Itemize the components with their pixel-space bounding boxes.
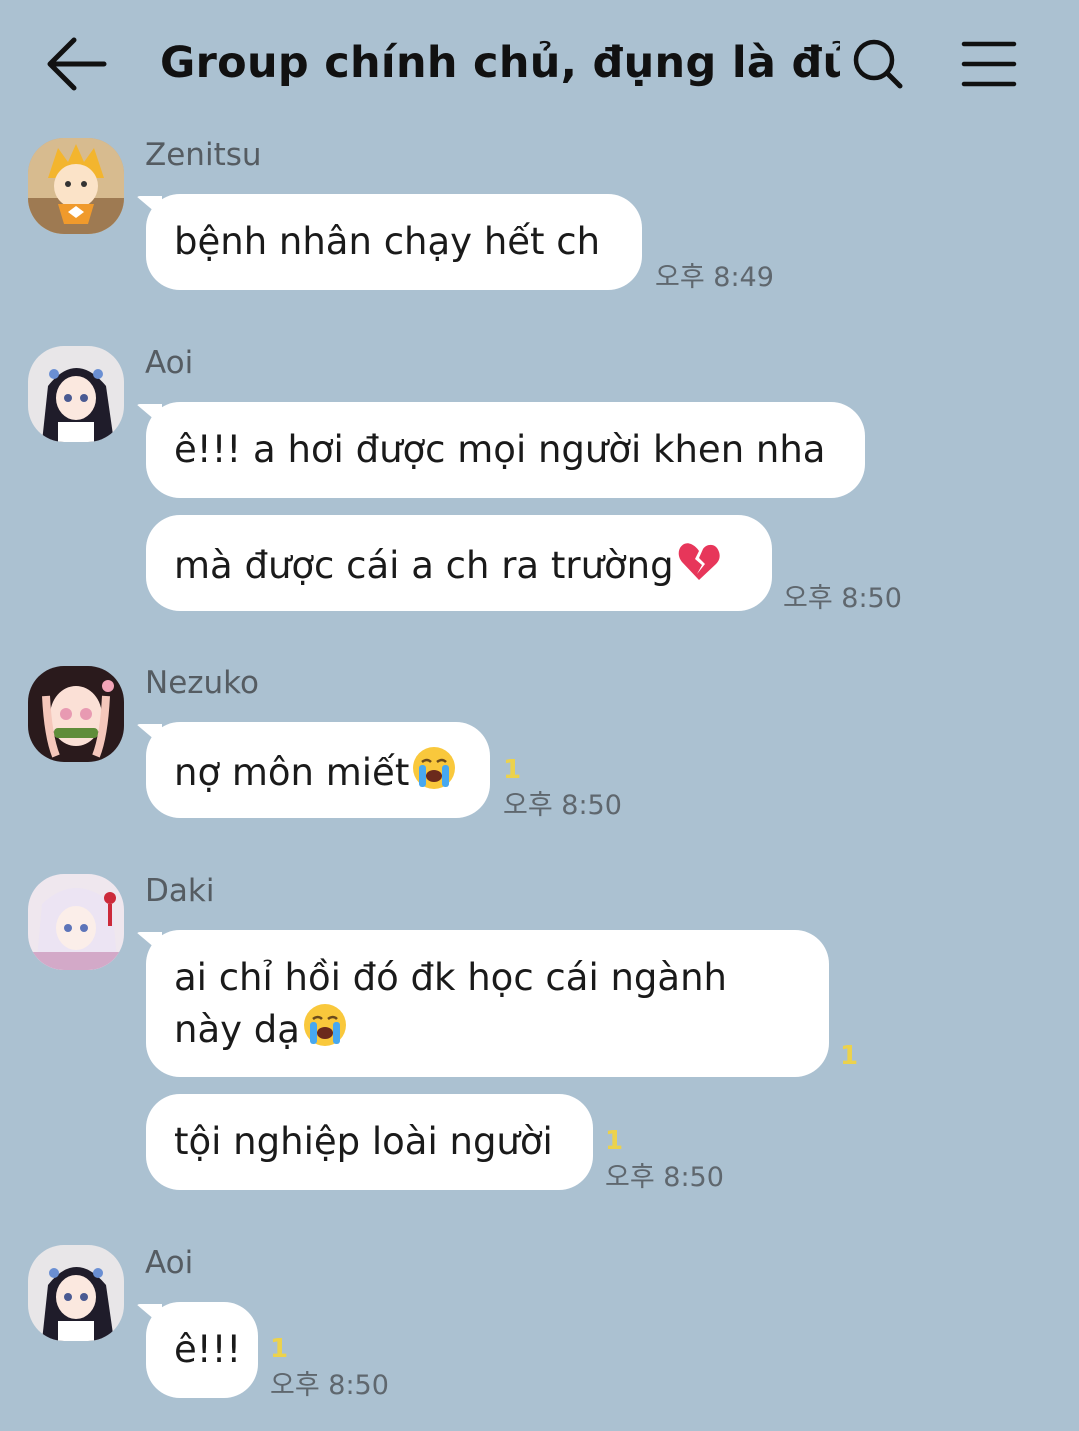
- sender-name: Aoi: [145, 1245, 194, 1281]
- avatar-zenitsu[interactable]: [28, 138, 124, 234]
- unread-count: 1: [503, 755, 522, 785]
- avatar-nezuko[interactable]: [28, 666, 124, 762]
- message-bubble[interactable]: mà được cái a ch ra trường: [146, 515, 772, 611]
- message-text-line1: ai chỉ hồi đó đk học cái ngành: [174, 956, 727, 999]
- sender-name: Zenitsu: [145, 137, 262, 173]
- message-text: bệnh nhân chạy hết ch: [174, 220, 601, 263]
- menu-button[interactable]: [956, 34, 1022, 94]
- message-time: 오후 8:50: [783, 583, 902, 614]
- sender-name: Nezuko: [145, 665, 259, 701]
- message-text: ê!!! a hơi được mọi người khen nha: [174, 428, 826, 471]
- search-button[interactable]: [848, 34, 908, 94]
- message-time: 오후 8:50: [605, 1162, 724, 1193]
- message-time: 오후 8:50: [503, 790, 622, 821]
- avatar-image: [28, 138, 124, 234]
- back-button[interactable]: [44, 34, 108, 94]
- avatar-aoi[interactable]: [28, 1245, 124, 1341]
- avatar-daki[interactable]: [28, 874, 124, 970]
- chat-title: Group chính chủ, đụng là đủ ...: [160, 38, 840, 88]
- hamburger-menu-icon: [961, 41, 1017, 87]
- message-time: 오후 8:49: [655, 262, 774, 293]
- arrow-left-icon: [47, 37, 107, 91]
- unread-count: 1: [840, 1041, 859, 1071]
- message-text-line2: này dạ: [174, 1008, 300, 1051]
- message-text: nợ môn miết: [174, 751, 410, 794]
- unread-count: 1: [270, 1334, 289, 1364]
- message-bubble[interactable]: ê!!! a hơi được mọi người khen nha: [146, 402, 865, 498]
- broken-heart-icon: [676, 538, 722, 584]
- avatar-image: [28, 666, 124, 762]
- avatar-aoi[interactable]: [28, 346, 124, 442]
- avatar-image: [28, 1245, 124, 1341]
- avatar-image: [28, 874, 124, 970]
- crying-face-icon: [411, 745, 457, 791]
- message-text: ê!!!: [174, 1328, 242, 1371]
- message-bubble[interactable]: ê!!!: [146, 1302, 258, 1398]
- message-bubble[interactable]: ai chỉ hồi đó đk học cái ngành này dạ: [146, 930, 829, 1077]
- chat-header: Group chính chủ, đụng là đủ ...: [0, 0, 1079, 125]
- sender-name: Aoi: [145, 345, 194, 381]
- search-icon: [853, 39, 903, 89]
- message-text: mà được cái a ch ra trường: [174, 544, 674, 587]
- message-time: 오후 8:50: [270, 1370, 389, 1401]
- sender-name: Daki: [145, 873, 215, 909]
- unread-count: 1: [605, 1126, 624, 1156]
- message-text: tội nghiệp loài người: [174, 1120, 553, 1163]
- avatar-image: [28, 346, 124, 442]
- message-bubble[interactable]: nợ môn miết: [146, 722, 490, 818]
- crying-face-icon: [302, 1002, 348, 1048]
- message-bubble[interactable]: bệnh nhân chạy hết ch: [146, 194, 642, 290]
- message-bubble[interactable]: tội nghiệp loài người: [146, 1094, 593, 1190]
